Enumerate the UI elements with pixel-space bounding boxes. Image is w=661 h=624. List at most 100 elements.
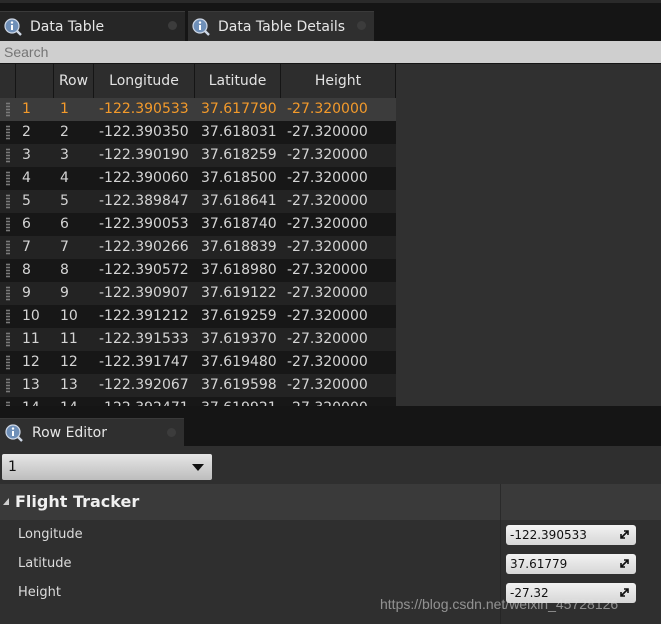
height-cell: -27.320000 [287, 193, 368, 209]
longitude-cell: -122.391533 [99, 331, 189, 347]
table-row[interactable]: 12 12 -122.391747 37.619480 -27.320000 [0, 351, 396, 374]
tab-data-table-details[interactable]: Data Table Details [188, 11, 374, 41]
tab-data-table[interactable]: Data Table [0, 11, 185, 41]
tab-bar: Data Table Data Table Details [0, 0, 661, 41]
row-index: 2 [22, 124, 31, 140]
row-name: 11 [60, 331, 78, 347]
column-header-row[interactable]: Row [54, 64, 94, 98]
close-icon[interactable] [168, 21, 177, 30]
longitude-field[interactable]: -122.390533 [506, 525, 636, 545]
latitude-cell: 37.618500 [201, 170, 277, 186]
longitude-cell: -122.391212 [99, 308, 189, 324]
latitude-cell: 37.618259 [201, 147, 277, 163]
latitude-value: 37.61779 [510, 557, 568, 571]
row-name-value: 1 [8, 459, 17, 475]
column-header-height[interactable]: Height [281, 64, 396, 98]
height-cell: -27.320000 [287, 377, 368, 393]
watermark: https://blog.csdn.net/weixin_45728126 [380, 596, 619, 612]
row-name-dropdown[interactable]: 1 [2, 454, 212, 480]
resize-icon[interactable] [619, 587, 630, 598]
search-input[interactable] [0, 41, 661, 63]
latitude-field[interactable]: 37.61779 [506, 554, 636, 574]
column-header-latitude[interactable]: Latitude [195, 64, 281, 98]
close-icon[interactable] [167, 428, 176, 437]
height-cell: -27.320000 [287, 331, 368, 347]
info-icon [4, 423, 24, 443]
drag-handle-icon[interactable] [0, 374, 16, 397]
drag-handle-icon[interactable] [0, 351, 16, 374]
row-name: 7 [60, 239, 69, 255]
drag-handle-icon[interactable] [0, 397, 16, 406]
table-row[interactable]: 1414-122.39247137.619921-27.320000 [0, 397, 396, 406]
table-row[interactable]: 1 1 -122.390533 37.617790 -27.320000 [0, 98, 396, 121]
table-row[interactable]: 8 8 -122.390572 37.618980 -27.320000 [0, 259, 396, 282]
row-index: 13 [22, 377, 40, 393]
latitude-cell: 37.619370 [201, 331, 277, 347]
table-row[interactable]: 13 13 -122.392067 37.619598 -27.320000 [0, 374, 396, 397]
tab-label: Data Table Details [218, 18, 346, 35]
height-cell: -27.320000 [287, 262, 368, 278]
drag-handle-icon[interactable] [0, 167, 16, 190]
column-header-index[interactable] [16, 64, 54, 98]
table-row[interactable]: 9 9 -122.390907 37.619122 -27.320000 [0, 282, 396, 305]
resize-icon[interactable] [619, 558, 630, 569]
drag-handle-icon[interactable] [0, 121, 16, 144]
table-row[interactable]: 5 5 -122.389847 37.618641 -27.320000 [0, 190, 396, 213]
drag-handle-icon[interactable] [0, 98, 16, 121]
latitude-cell: 37.618980 [201, 262, 277, 278]
height-cell: -27.320000 [281, 397, 396, 406]
category-header[interactable]: Flight Tracker [0, 484, 661, 520]
row-name: 12 [60, 354, 78, 370]
row-name: 10 [60, 308, 78, 324]
tab-label: Row Editor [32, 424, 107, 441]
row-index: 6 [22, 216, 31, 232]
table-row[interactable]: 10 10 -122.391212 37.619259 -27.320000 [0, 305, 396, 328]
longitude-cell: -122.390053 [99, 216, 189, 232]
tab-label: Data Table [30, 18, 105, 35]
drag-handle-icon[interactable] [0, 282, 16, 305]
row-index: 7 [22, 239, 31, 255]
column-divider [500, 484, 501, 520]
table-row[interactable]: 6 6 -122.390053 37.618740 -27.320000 [0, 213, 396, 236]
table-row[interactable]: 4 4 -122.390060 37.618500 -27.320000 [0, 167, 396, 190]
height-cell: -27.320000 [287, 308, 368, 324]
table-header: Row Longitude Latitude Height [0, 64, 396, 98]
tab-row-editor[interactable]: Row Editor [0, 418, 184, 446]
longitude-cell: -122.390190 [99, 147, 189, 163]
collapse-arrow-icon[interactable] [3, 498, 9, 505]
height-cell: -27.320000 [287, 354, 368, 370]
longitude-cell: -122.392471 [94, 397, 195, 406]
chevron-down-icon [192, 464, 204, 471]
column-header-longitude[interactable]: Longitude [94, 64, 195, 98]
table-body: 1 1 -122.390533 37.617790 -27.320000 2 2 -122.3… [0, 98, 396, 406]
drag-handle-icon[interactable] [0, 305, 16, 328]
info-icon [3, 17, 23, 37]
close-icon[interactable] [357, 21, 366, 30]
row-name: 8 [60, 262, 69, 278]
height-cell: -27.320000 [287, 170, 368, 186]
longitude-cell: -122.391747 [99, 354, 189, 370]
table-row[interactable]: 7 7 -122.390266 37.618839 -27.320000 [0, 236, 396, 259]
resize-icon[interactable] [619, 529, 630, 540]
drag-handle-icon[interactable] [0, 144, 16, 167]
column-header-grip [0, 64, 16, 98]
drag-handle-icon[interactable] [0, 236, 16, 259]
height-cell: -27.320000 [287, 124, 368, 140]
drag-handle-icon[interactable] [0, 328, 16, 351]
height-cell: -27.320000 [287, 239, 368, 255]
splitter[interactable] [0, 406, 661, 418]
table-row[interactable]: 3 3 -122.390190 37.618259 -27.320000 [0, 144, 396, 167]
longitude-cell: -122.390533 [99, 101, 189, 117]
row-index: 11 [22, 331, 40, 347]
row-name: 2 [60, 124, 69, 140]
row-name: 5 [60, 193, 69, 209]
latitude-cell: 37.618740 [201, 216, 277, 232]
table-row[interactable]: 11 11 -122.391533 37.619370 -27.320000 [0, 328, 396, 351]
drag-handle-icon[interactable] [0, 259, 16, 282]
drag-handle-icon[interactable] [0, 213, 16, 236]
row-name: 3 [60, 147, 69, 163]
table-row[interactable]: 2 2 -122.390350 37.618031 -27.320000 [0, 121, 396, 144]
property-label-latitude: Latitude [18, 556, 72, 571]
row-index: 12 [22, 354, 40, 370]
drag-handle-icon[interactable] [0, 190, 16, 213]
